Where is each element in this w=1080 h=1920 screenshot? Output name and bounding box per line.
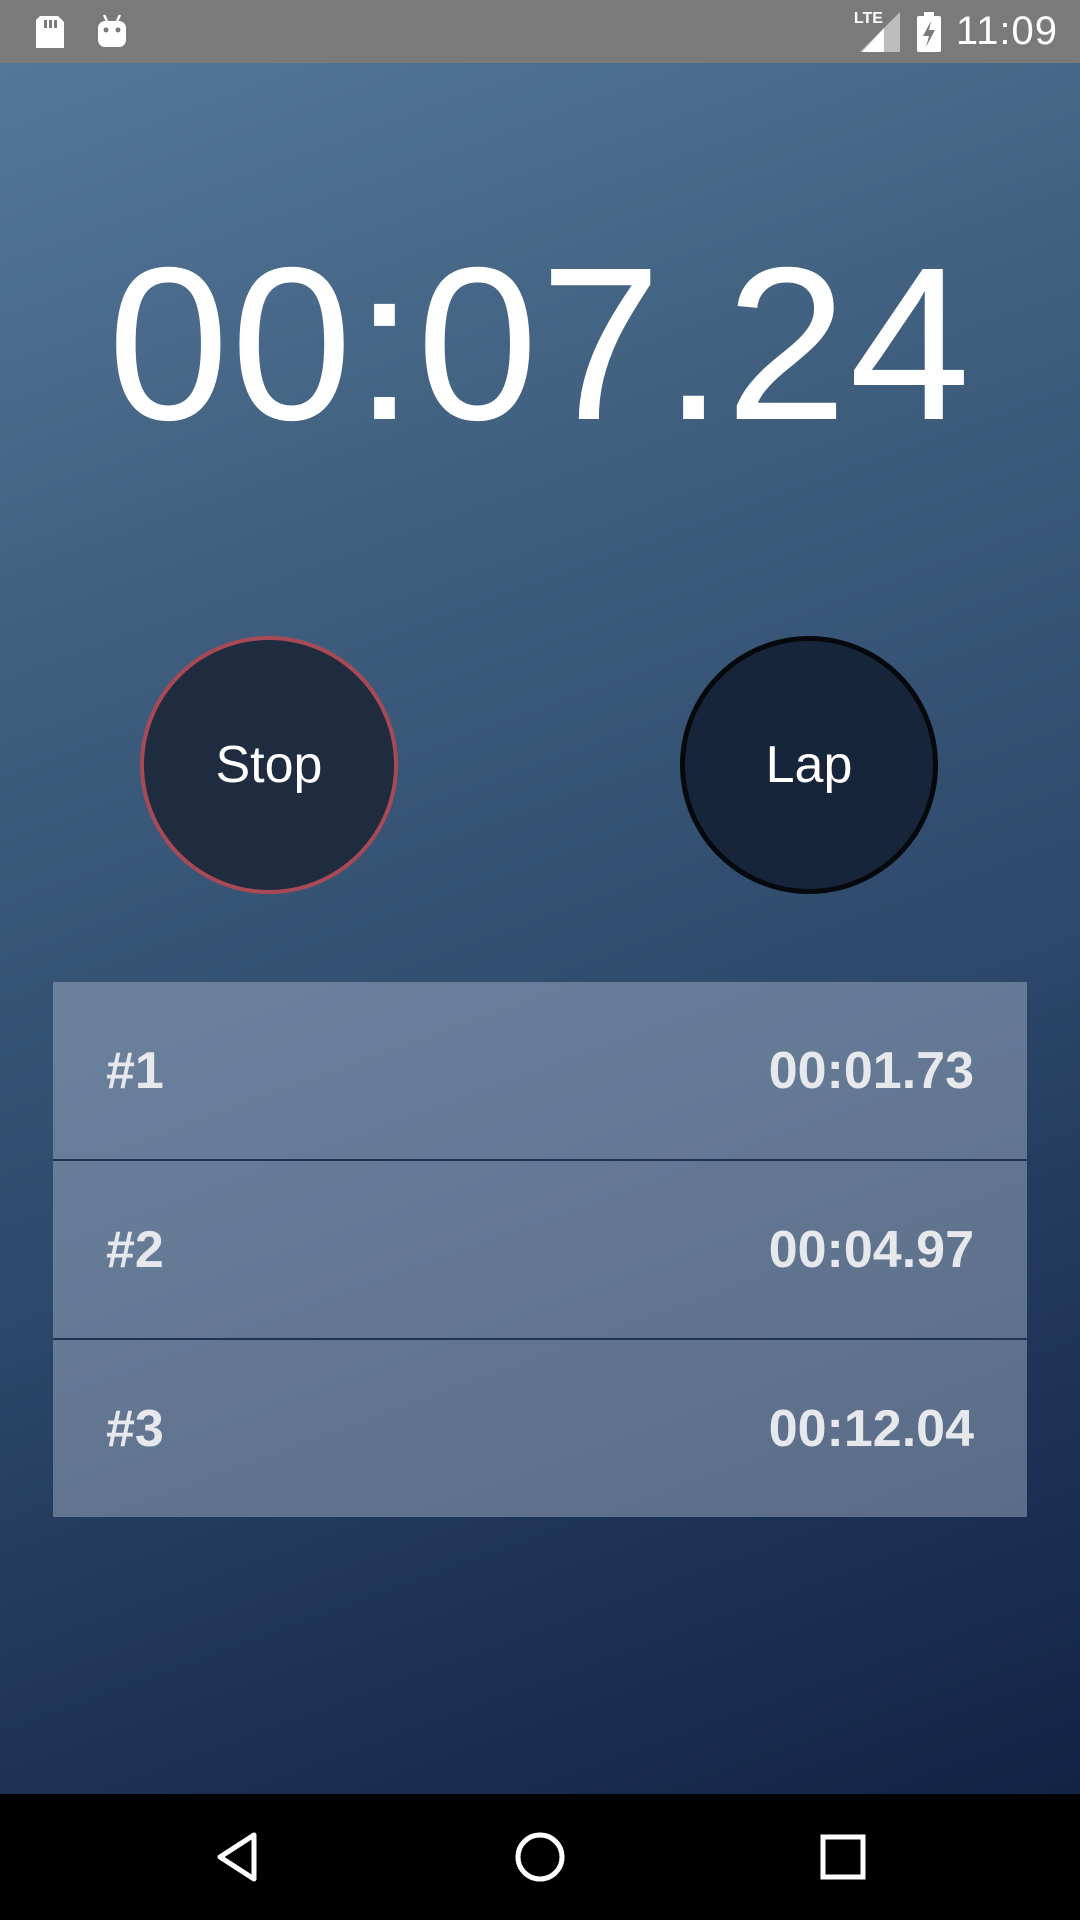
- back-icon[interactable]: [208, 1827, 268, 1887]
- android-icon: [92, 12, 132, 52]
- lap-time: 00:12.04: [768, 1399, 974, 1458]
- lap-number: #2: [106, 1220, 164, 1279]
- sd-card-icon: [30, 12, 70, 52]
- lap-time: 00:04.97: [768, 1220, 974, 1279]
- lap-button[interactable]: Lap: [680, 636, 938, 894]
- stopwatch-screen: LTE 11:09 00:07.24 Stop Lap #1 00:01.73: [0, 0, 1080, 1920]
- lte-signal-icon: LTE: [854, 10, 902, 54]
- lap-number: #3: [106, 1399, 164, 1458]
- home-icon[interactable]: [510, 1827, 570, 1887]
- navigation-bar: [0, 1794, 1080, 1920]
- lap-time: 00:01.73: [768, 1041, 974, 1100]
- lap-row: #1 00:01.73: [53, 982, 1027, 1159]
- lap-number: #1: [106, 1041, 164, 1100]
- stop-button-label: Stop: [215, 736, 323, 794]
- status-right-group: LTE 11:09: [854, 0, 1058, 63]
- status-bar: LTE 11:09: [0, 0, 1080, 63]
- lap-row: #3 00:12.04: [53, 1340, 1027, 1517]
- lap-row: #2 00:04.97: [53, 1161, 1027, 1338]
- network-label: LTE: [853, 9, 883, 27]
- status-time: 11:09: [955, 9, 1058, 53]
- elapsed-time-display: 00:07.24: [107, 223, 973, 466]
- lap-list: #1 00:01.73 #2 00:04.97 #3 00:12.04: [53, 982, 1027, 1517]
- recents-icon[interactable]: [813, 1827, 873, 1887]
- stop-button[interactable]: Stop: [140, 636, 398, 894]
- battery-charging-icon: [916, 11, 942, 52]
- lap-button-label: Lap: [765, 736, 853, 794]
